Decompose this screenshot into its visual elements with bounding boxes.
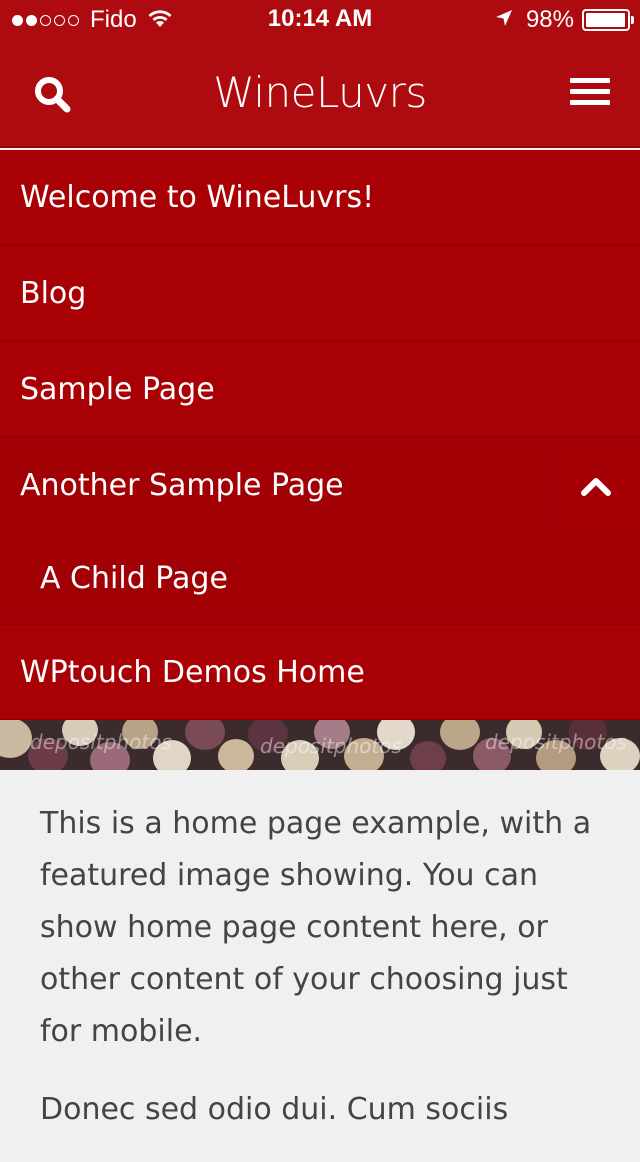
page-content: This is a home page example, with a feat…: [40, 798, 610, 1162]
nav-item-a-child-page[interactable]: A Child Page: [0, 533, 640, 625]
chevron-up-icon: [580, 477, 611, 496]
site-title[interactable]: WineLuvrs: [0, 68, 640, 117]
hamburger-menu-icon-bar: [570, 78, 610, 83]
nav-item-label: WPtouch Demos Home: [20, 654, 365, 690]
nav-item-sample-page[interactable]: Sample Page: [0, 342, 640, 438]
battery-percent: 98%: [525, 6, 574, 33]
content-paragraph: This is a home page example, with a feat…: [40, 806, 592, 1049]
site-title-text: WineLuvrs: [213, 68, 427, 117]
nav-item-label: Blog: [20, 275, 87, 311]
location-arrow-icon: [494, 8, 514, 33]
status-bar: Fido 10:14 AM 98%: [0, 0, 640, 40]
nav-item-label: A Child Page: [40, 560, 228, 596]
submenu-toggle-button[interactable]: [550, 438, 640, 533]
status-right: 98%: [494, 6, 634, 34]
watermark-text: depositphotos: [485, 730, 627, 754]
nav-item-label: Another Sample Page: [20, 468, 344, 503]
nav-item-label: Welcome to WineLuvrs!: [20, 179, 375, 215]
search-button[interactable]: [30, 72, 76, 118]
nav-item-blog[interactable]: Blog: [0, 246, 640, 342]
battery-level: [586, 13, 626, 27]
content-paragraph: Donec sed odio dui. Cum sociis: [40, 1092, 509, 1127]
watermark-text: depositphotos: [30, 730, 172, 754]
nav-item-wptouch-demos-home[interactable]: WPtouch Demos Home: [0, 625, 640, 721]
nav-item-welcome[interactable]: Welcome to WineLuvrs!: [0, 150, 640, 246]
hamburger-menu-button[interactable]: [570, 78, 610, 112]
site-header: WineLuvrs: [0, 40, 640, 148]
nav-item-another-sample-page[interactable]: Another Sample Page: [0, 438, 640, 533]
featured-image: depositphotos depositphotos depositphoto…: [0, 720, 640, 770]
battery-icon: [582, 9, 634, 31]
nav-item-label: Sample Page: [20, 371, 215, 407]
navigation-menu: Welcome to WineLuvrs! Blog Sample Page A…: [0, 150, 640, 721]
search-icon: [35, 77, 71, 113]
hamburger-menu-icon-bar: [570, 89, 610, 94]
watermark-text: depositphotos: [260, 734, 402, 758]
hamburger-menu-icon-bar: [570, 100, 610, 105]
